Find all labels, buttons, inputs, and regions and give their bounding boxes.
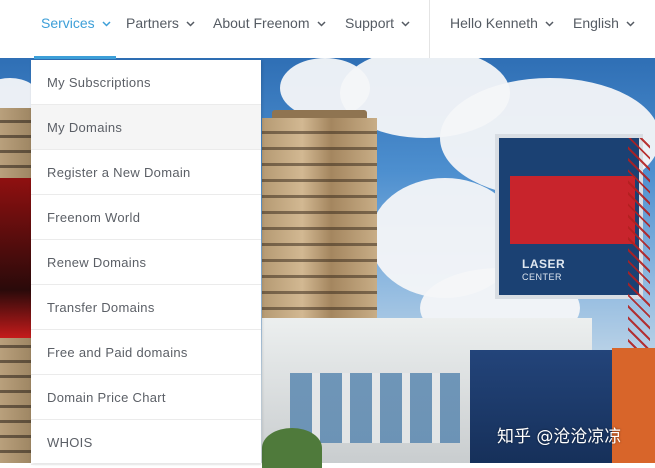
trees <box>262 428 322 468</box>
nav-divider <box>429 0 430 58</box>
billboard-red-panel <box>510 176 635 244</box>
chevron-down-icon <box>102 21 111 27</box>
active-tab-underline <box>34 56 116 59</box>
menu-item-renew-domains[interactable]: Renew Domains <box>31 240 261 285</box>
chevron-down-icon <box>545 21 554 27</box>
nav-partners[interactable]: Partners <box>126 0 195 46</box>
menu-item-domain-price-chart[interactable]: Domain Price Chart <box>31 375 261 420</box>
menu-item-register-domain[interactable]: Register a New Domain <box>31 150 261 195</box>
nav-partners-label: Partners <box>126 15 179 31</box>
nav-support[interactable]: Support <box>345 0 410 46</box>
menu-item-whois[interactable]: WHOIS <box>31 420 261 465</box>
billboard-subtitle: CENTER <box>522 272 563 282</box>
user-greeting: Hello Kenneth <box>450 15 538 31</box>
watermark-text: 知乎 @沧沧凉凉 <box>497 427 622 447</box>
nav-support-label: Support <box>345 15 395 31</box>
chevron-down-icon <box>316 21 326 27</box>
menu-item-freenom-world[interactable]: Freenom World <box>31 195 261 240</box>
billboard-title: LASER <box>522 257 566 271</box>
nav-services-label: Services <box>41 15 95 31</box>
nav-services[interactable]: Services <box>41 0 111 46</box>
language-label: English <box>573 15 619 31</box>
cloud <box>280 58 370 118</box>
menu-item-free-paid-domains[interactable]: Free and Paid domains <box>31 330 261 375</box>
top-navigation: Services Partners About Freenom Support … <box>0 0 655 59</box>
billboard-text: LASER CENTER <box>522 258 565 283</box>
menu-item-my-subscriptions[interactable]: My Subscriptions <box>31 60 261 105</box>
menu-item-my-domains[interactable]: My Domains <box>31 105 261 150</box>
left-billboard <box>0 178 34 338</box>
chevron-down-icon <box>401 21 410 27</box>
menu-item-transfer-domains[interactable]: Transfer Domains <box>31 285 261 330</box>
building-windows <box>290 373 460 443</box>
language-selector[interactable]: English <box>573 0 635 46</box>
nav-about-label: About Freenom <box>213 15 310 31</box>
chevron-down-icon <box>626 21 635 27</box>
services-dropdown-menu: My Subscriptions My Domains Register a N… <box>31 60 261 465</box>
chevron-down-icon <box>186 21 195 27</box>
nav-about-freenom[interactable]: About Freenom <box>213 0 326 46</box>
user-menu[interactable]: Hello Kenneth <box>450 0 554 46</box>
